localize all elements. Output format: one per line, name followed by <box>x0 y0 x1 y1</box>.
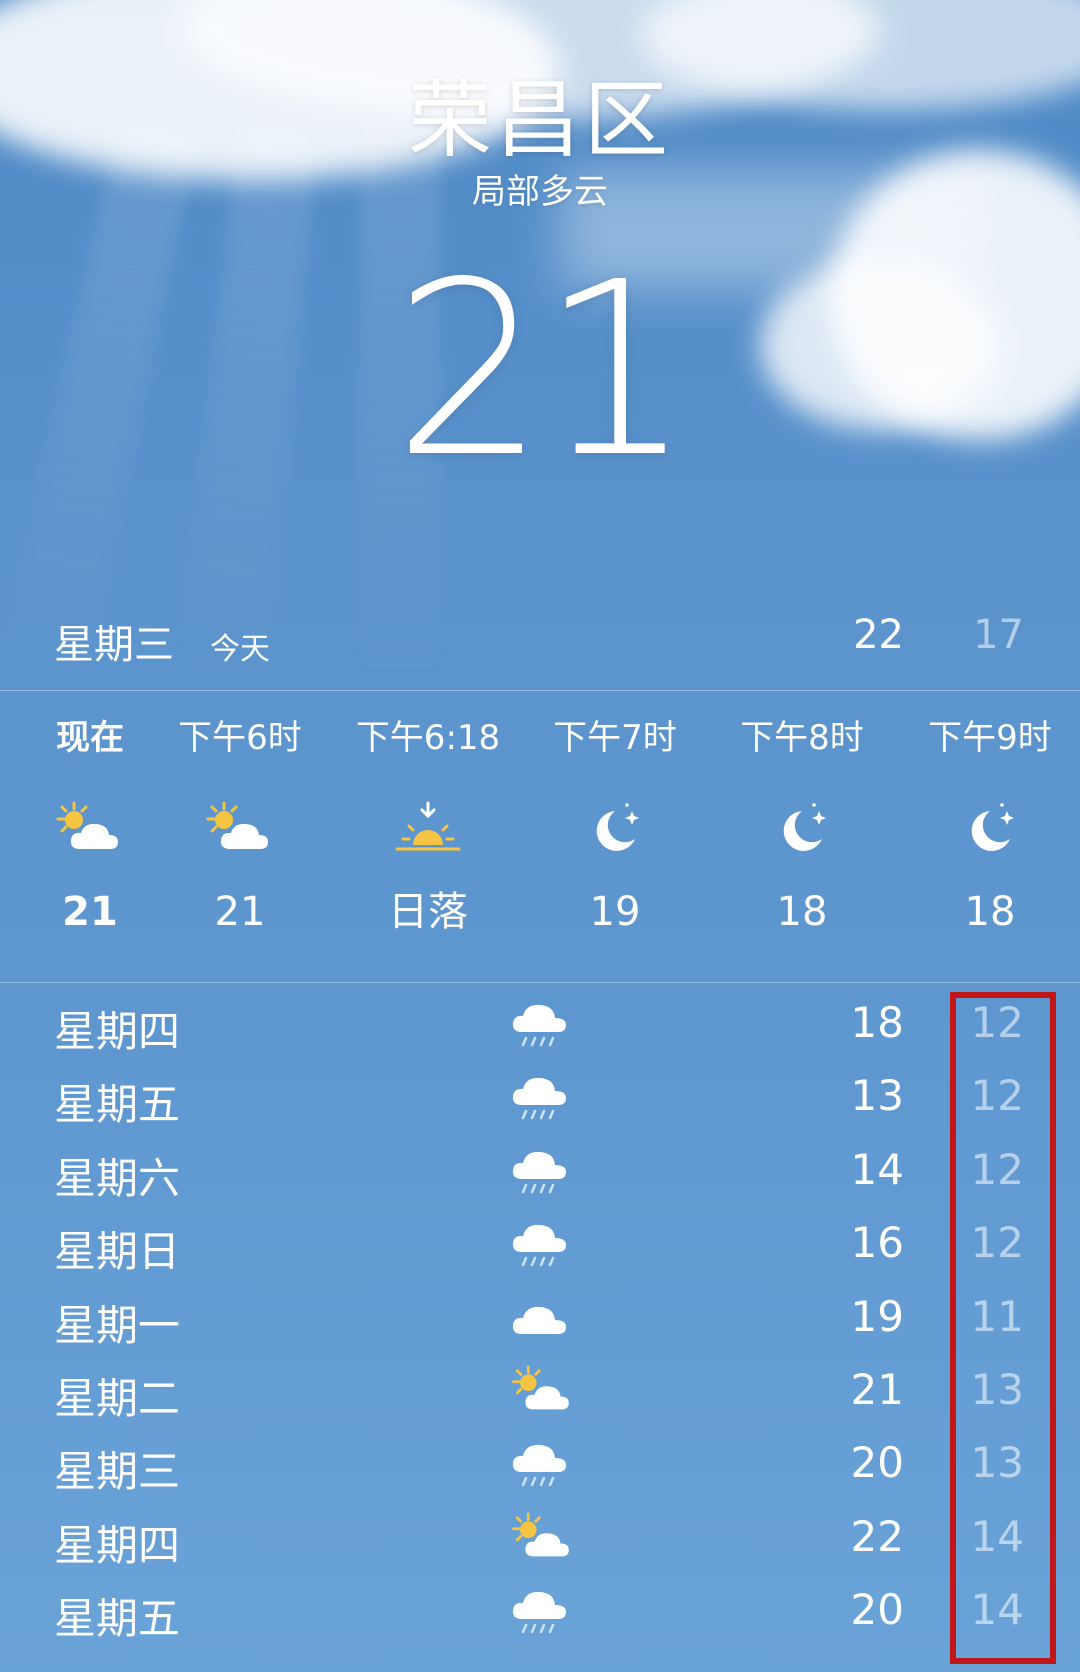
hour-item: 下午6时 21 <box>150 692 330 982</box>
hour-time: 下午8时 <box>740 718 864 758</box>
forecast-row: 星期六 14 12 <box>0 1137 1080 1210</box>
forecast-high: 22 <box>850 1511 904 1561</box>
moon-icon <box>525 784 705 874</box>
forecast-row: 星期一 19 11 <box>0 1284 1080 1357</box>
hour-temp: 18 <box>776 889 828 935</box>
forecast-day: 星期日 <box>54 1227 181 1277</box>
forecast-row: 星期二 21 13 <box>0 1357 1080 1430</box>
city-name: 荣昌区 <box>407 71 672 169</box>
partly-sunny-icon <box>508 1363 580 1425</box>
hour-temp: 18 <box>964 889 1016 935</box>
divider-bottom <box>0 982 1080 983</box>
moon-icon <box>900 784 1080 874</box>
forecast-row: 星期五 13 12 <box>0 1063 1080 1136</box>
hour-time: 下午7时 <box>553 718 677 758</box>
cloud-icon <box>508 1290 580 1352</box>
rain-cloud-icon <box>508 996 580 1058</box>
forecast-day: 星期三 <box>54 1447 181 1497</box>
forecast-day: 星期五 <box>54 1080 181 1130</box>
forecast-high: 21 <box>850 1364 904 1414</box>
forecast-high: 14 <box>850 1144 904 1194</box>
hour-temp: 21 <box>214 889 266 935</box>
forecast-day: 星期四 <box>54 1520 181 1570</box>
condition-text: 局部多云 <box>472 172 608 212</box>
forecast-row: 星期日 16 12 <box>0 1210 1080 1283</box>
location-header: 荣昌区 局部多云 <box>0 70 1080 214</box>
hour-item: 下午8时 18 <box>712 692 892 982</box>
partly-sunny-icon <box>508 1510 580 1572</box>
partly-sunny-icon <box>150 784 330 874</box>
hour-time: 下午9时 <box>928 718 1052 758</box>
forecast-row: 星期五 20 14 <box>0 1577 1080 1650</box>
sunset-icon <box>338 784 518 874</box>
forecast-day: 星期四 <box>54 1007 181 1056</box>
today-label: 今天 <box>210 632 270 667</box>
forecast-high: 13 <box>850 1071 904 1121</box>
forecast-day: 星期一 <box>54 1300 181 1350</box>
hour-item: 下午7时 19 <box>525 692 705 982</box>
forecast-high: 20 <box>850 1438 904 1488</box>
hour-item: 下午9时 18 <box>900 692 1080 982</box>
hour-item: 下午6:18 日落 <box>338 692 518 982</box>
today-high: 22 <box>853 612 904 658</box>
forecast-high: 18 <box>850 998 904 1047</box>
forecast-high: 20 <box>850 1585 904 1635</box>
forecast-day: 星期五 <box>54 1594 181 1644</box>
hourly-forecast[interactable]: 现在 21 下午6时 21 下午6:18 日落 下午7时 19 下午8时 18 … <box>0 692 1080 982</box>
today-day: 星期三 <box>54 622 174 668</box>
forecast-row: 星期四 22 14 <box>0 1504 1080 1577</box>
rain-cloud-icon <box>508 1583 580 1645</box>
moon-icon <box>712 784 892 874</box>
forecast-high: 19 <box>850 1291 904 1341</box>
forecast-day: 星期六 <box>54 1153 181 1203</box>
rain-cloud-icon <box>508 1069 580 1131</box>
forecast-day: 星期二 <box>54 1373 181 1423</box>
today-row: 星期三 今天 22 17 <box>0 600 1080 680</box>
rain-cloud-icon <box>508 1143 580 1205</box>
hour-time: 下午6:18 <box>355 718 501 758</box>
rain-cloud-icon <box>508 1216 580 1278</box>
today-low: 17 <box>973 612 1024 658</box>
current-temperature: 21 <box>393 230 692 510</box>
highlight-box <box>950 992 1056 1664</box>
forecast-row: 星期四 18 12 <box>0 990 1080 1063</box>
hour-temp: 日落 <box>388 889 468 935</box>
hour-temp: 19 <box>589 889 641 935</box>
divider-top <box>0 690 1080 691</box>
rain-cloud-icon <box>508 1436 580 1498</box>
forecast-row: 星期三 20 13 <box>0 1430 1080 1503</box>
forecast-high: 16 <box>850 1218 904 1268</box>
daily-forecast: 星期四 18 12 星期五 13 12 星期六 14 12 星期日 16 12 … <box>0 990 1080 1651</box>
hour-time: 下午6时 <box>178 718 302 758</box>
